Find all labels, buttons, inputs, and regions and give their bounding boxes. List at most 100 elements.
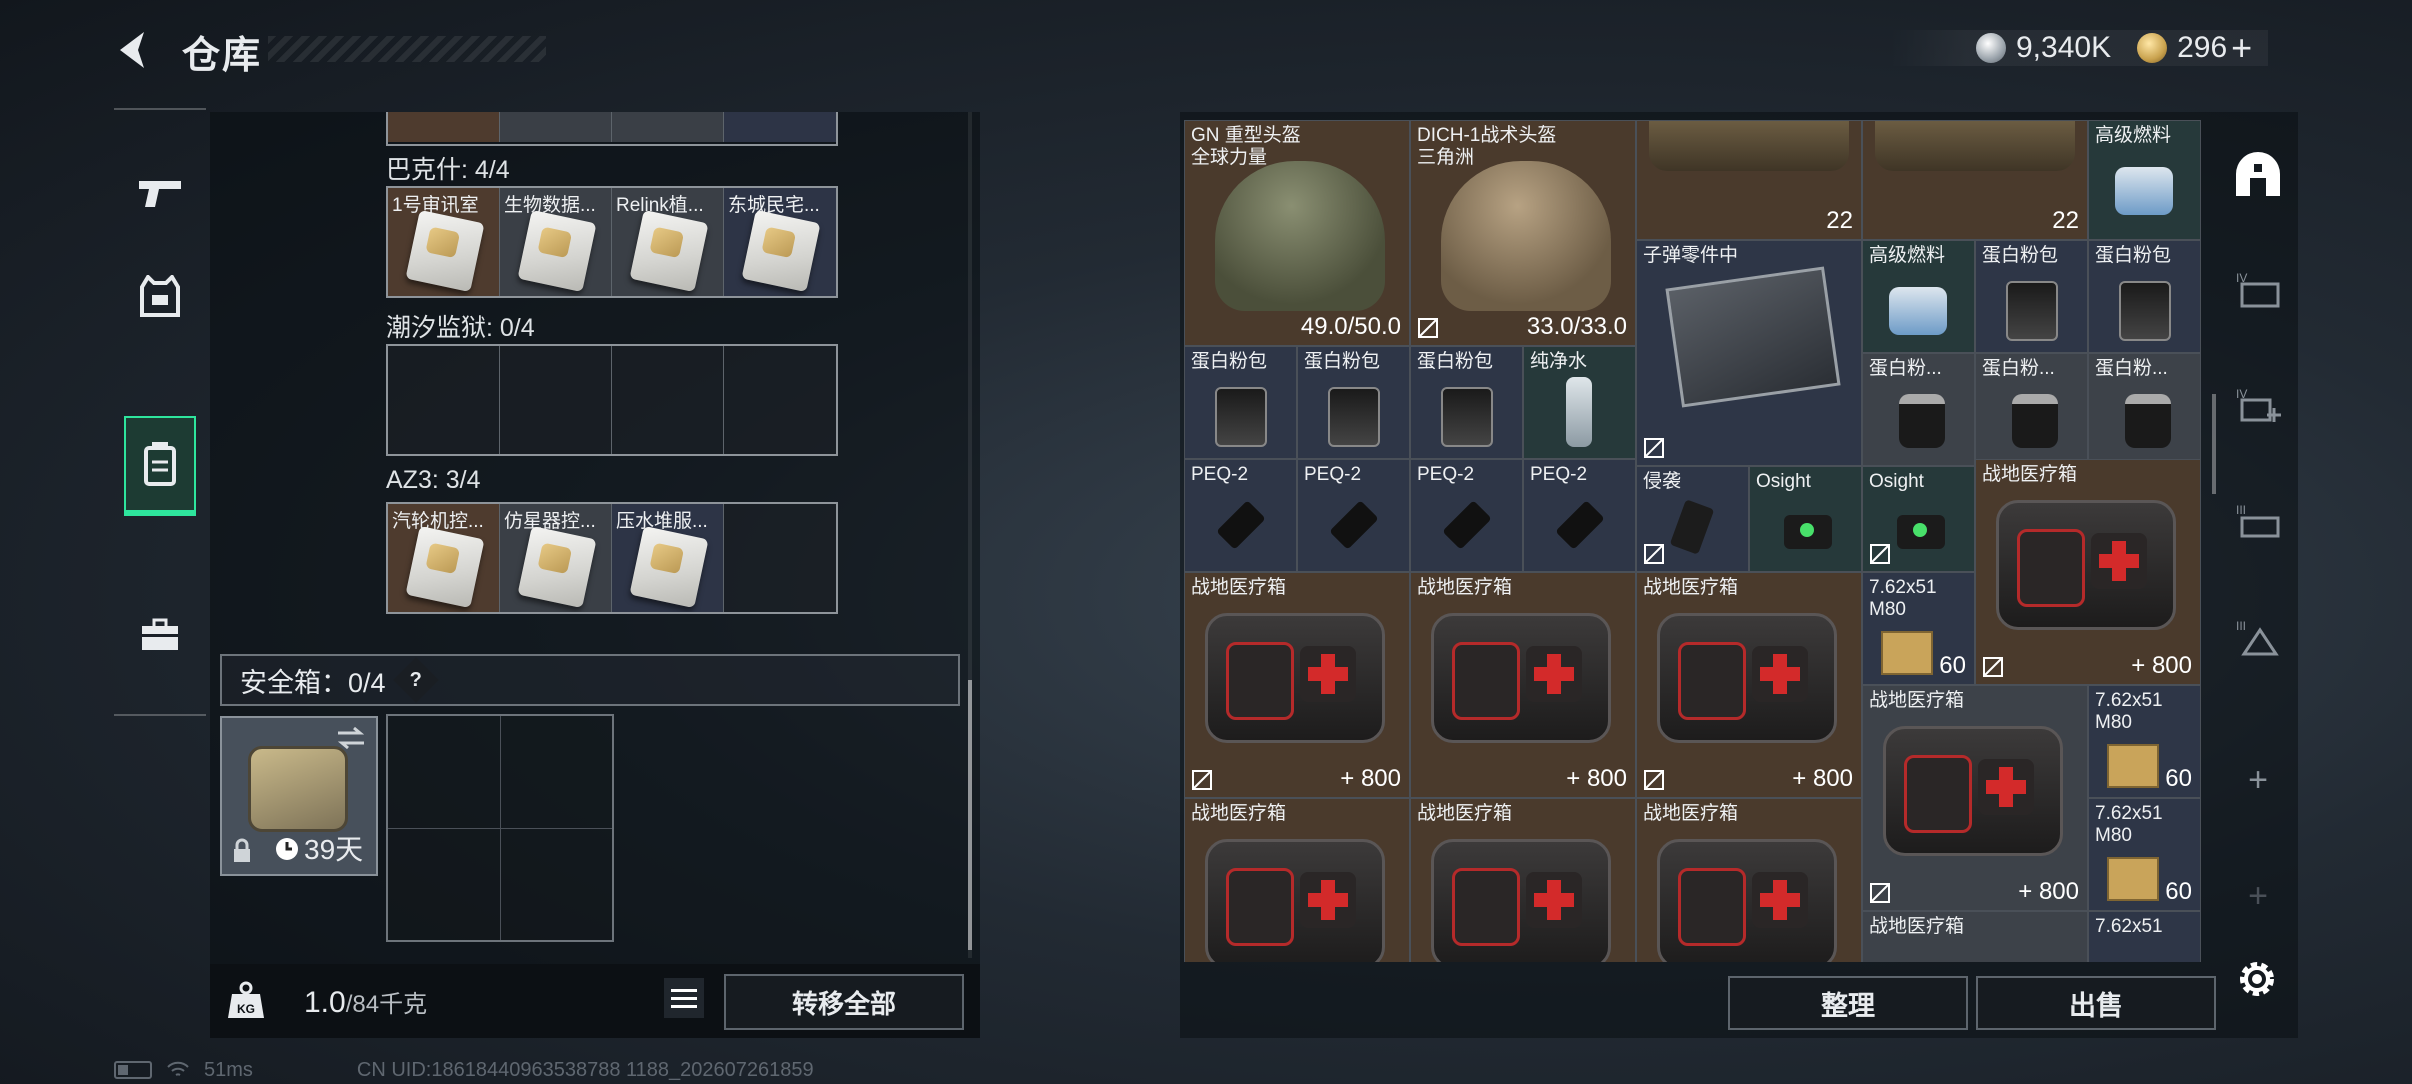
empty-slot[interactable] <box>500 346 612 454</box>
stash-item-helmet[interactable]: GN 重型头盔 全球力量 49.0/50.0 <box>1184 120 1410 346</box>
vest-image <box>1649 121 1849 171</box>
nav-armor[interactable] <box>124 252 196 342</box>
keycard-icon <box>405 209 485 293</box>
safebox-days: 39天 <box>304 834 364 865</box>
item-name: Osight <box>1869 471 1924 492</box>
stash-item-medkit[interactable]: 战地医疗箱 + 800 <box>1975 459 2201 685</box>
stash-item-protein[interactable]: 蛋白粉包 <box>1184 346 1297 459</box>
stash-item-protein-jar[interactable]: 蛋白粉... <box>1975 353 2088 466</box>
safebox-item[interactable]: 39天 <box>220 716 378 876</box>
item-name: 战地医疗箱 <box>1191 577 1287 598</box>
add-stash-icon[interactable]: + <box>2230 752 2286 808</box>
tab-main-stash[interactable] <box>2230 146 2286 202</box>
item-name: 侵袭 <box>1643 471 1682 492</box>
keycard-item[interactable]: Relink植... <box>612 188 724 296</box>
empty-slot[interactable] <box>612 346 724 454</box>
no-insure-icon <box>1983 657 2003 677</box>
stash-item-medkit[interactable]: 战地医疗箱 <box>1862 911 2088 962</box>
item-name: 战地医疗箱 <box>1643 803 1739 824</box>
nav-toolbox[interactable] <box>124 590 196 680</box>
stash-item-sight[interactable]: Osight <box>1749 466 1862 572</box>
stash-item-grip[interactable]: 侵袭 <box>1636 466 1749 572</box>
stash-item-medkit[interactable]: 战地医疗箱 <box>1410 798 1636 962</box>
transfer-all-button[interactable]: 转移全部 <box>724 974 964 1030</box>
empty-slot[interactable] <box>724 504 836 612</box>
ammo-box-image <box>1881 631 1933 675</box>
svg-text:KG: KG <box>237 1002 255 1016</box>
stash-item-protein[interactable]: 蛋白粉包 <box>1975 240 2088 353</box>
help-icon[interactable]: ? <box>392 657 439 703</box>
stash-item-protein[interactable]: 蛋白粉包 <box>1297 346 1410 459</box>
empty-slot[interactable] <box>724 346 836 454</box>
ammo-box-image <box>2107 744 2159 788</box>
laser-module-image <box>1442 500 1492 550</box>
keycard-item[interactable]: 压水堆服... <box>612 504 724 612</box>
help-glyph: ? <box>409 668 422 691</box>
durability: 49.0/50.0 <box>1300 313 1401 340</box>
stash-item-protein[interactable]: 蛋白粉包 <box>1410 346 1523 459</box>
item-name: 战地医疗箱 <box>1417 803 1513 824</box>
stash-item-fuel[interactable]: 高级燃料 <box>1862 240 1975 353</box>
sort-button[interactable]: 整理 <box>1728 976 1968 1030</box>
gold-amount: 296 <box>2177 31 2228 64</box>
protein-jar-image <box>2125 394 2171 448</box>
stash-item-ammo-parts[interactable]: 子弹零件中 <box>1636 240 1862 466</box>
tab-stash-4a[interactable]: IV <box>2230 262 2286 318</box>
keycard-item[interactable]: 1号审讯室 <box>388 188 500 296</box>
add-currency-icon[interactable]: + <box>2231 30 2252 66</box>
no-insure-icon <box>1644 544 1664 564</box>
keycard-item[interactable]: 东城民宅... <box>724 188 836 296</box>
stash-item-peq2[interactable]: PEQ-2 <box>1184 459 1297 572</box>
stash-item-peq2[interactable]: PEQ-2 <box>1523 459 1636 572</box>
stash-item-medkit[interactable]: 战地医疗箱 + 800 <box>1862 685 2088 911</box>
keycard-item[interactable]: 汽轮机控... <box>388 504 500 612</box>
stash-item-water[interactable]: 纯净水 <box>1523 346 1636 459</box>
empty-slot[interactable] <box>388 346 500 454</box>
laser-module-image <box>1329 500 1379 550</box>
list-view-button[interactable] <box>664 978 704 1018</box>
stash-item-medkit[interactable]: 战地医疗箱 + 800 <box>1410 572 1636 798</box>
stash-item-protein-jar[interactable]: 蛋白粉... <box>1862 353 1975 466</box>
stash-item-vest[interactable]: 22 <box>1636 120 1862 240</box>
keycard-icon <box>629 525 709 609</box>
stash-item-vest[interactable]: 22 <box>1862 120 2088 240</box>
stash-item-sight[interactable]: Osight <box>1862 466 1975 572</box>
gear-icon[interactable] <box>2232 954 2282 1004</box>
stash-item-fuel[interactable]: 高级燃料 <box>2088 120 2201 240</box>
nav-containers[interactable] <box>124 416 196 516</box>
tab-stash-3b[interactable]: III <box>2230 610 2286 666</box>
keycard-item[interactable]: 生物数据... <box>500 188 612 296</box>
back-arrow-icon[interactable] <box>112 28 156 72</box>
stash-item-helmet[interactable]: DICH-1战术头盔 三角洲 33.0/33.0 <box>1410 120 1636 346</box>
stash-item-medkit[interactable]: 战地医疗箱 + 800 <box>1636 572 1862 798</box>
stash-item-medkit[interactable]: 战地医疗箱 <box>1636 798 1862 962</box>
stash-item-medkit[interactable]: 战地医疗箱 + 800 <box>1184 572 1410 798</box>
stash-item-ammo[interactable]: 7.62x51 M80 60 <box>2088 798 2201 911</box>
stash-item-ammo[interactable]: 7.62x51 <box>2088 911 2201 962</box>
item-name: PEQ-2 <box>1530 464 1588 485</box>
scrollbar-thumb[interactable] <box>968 680 972 950</box>
stash-item-medkit[interactable]: 战地医疗箱 <box>1184 798 1410 962</box>
stash-item-ammo[interactable]: 7.62x51 M80 60 <box>2088 685 2201 798</box>
item-name: 7.62x51 M80 <box>1869 577 1937 620</box>
gold-currency[interactable]: 296 + <box>2137 30 2252 66</box>
stash-item-peq2[interactable]: PEQ-2 <box>1297 459 1410 572</box>
nav-weapons[interactable] <box>124 148 196 238</box>
add-stash-icon[interactable]: + <box>2230 868 2286 924</box>
item-name: 子弹零件中 <box>1643 245 1739 266</box>
keycard-item[interactable]: 仿星器控... <box>500 504 612 612</box>
stash-item-protein[interactable]: 蛋白粉包 <box>2088 240 2201 353</box>
item-uses: + 800 <box>2018 878 2079 905</box>
safebox-grid[interactable] <box>386 714 614 942</box>
swap-icon[interactable] <box>336 726 366 750</box>
stash-item-peq2[interactable]: PEQ-2 <box>1410 459 1523 572</box>
silver-currency: 9,340K <box>1976 31 2111 65</box>
stash-item-ammo[interactable]: 7.62x51 M80 60 <box>1862 572 1975 685</box>
sell-button[interactable]: 出售 <box>1976 976 2216 1030</box>
tab-stash-3a[interactable]: III <box>2230 494 2286 550</box>
tab-stash-4b[interactable]: IV <box>2230 378 2286 434</box>
protein-pack-image <box>1328 387 1380 447</box>
protein-jar-image <box>1899 394 1945 448</box>
stash-item-protein-jar[interactable]: 蛋白粉... <box>2088 353 2201 466</box>
svg-text:III: III <box>2236 619 2246 633</box>
